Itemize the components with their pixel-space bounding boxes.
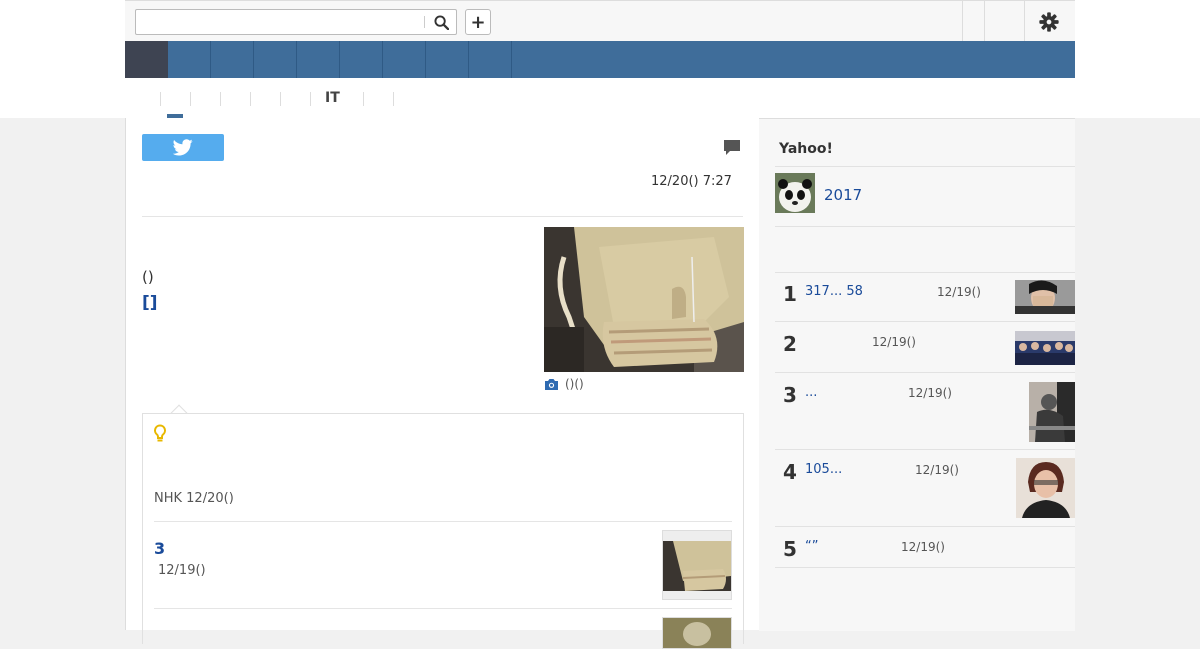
feature-thumbnail[interactable] xyxy=(775,173,815,213)
related-article-thumbnail[interactable] xyxy=(662,617,732,649)
search-input[interactable] xyxy=(138,11,424,33)
category-nav xyxy=(125,41,1075,78)
header-divider xyxy=(962,1,963,42)
subnav-divider xyxy=(310,92,311,106)
related-article-title[interactable]: 3 xyxy=(154,539,165,558)
ranking-date: 12/19() xyxy=(915,463,959,477)
speech-bubble-icon[interactable] xyxy=(723,139,741,156)
ranking-number: 5 xyxy=(783,537,797,561)
article-date: 12/20() 7:27 xyxy=(651,174,732,189)
ranking-thumbnail[interactable] xyxy=(1015,280,1075,314)
divider xyxy=(775,166,1075,167)
tweet-button[interactable] xyxy=(142,134,224,161)
related-article-date: 12/19() xyxy=(158,563,206,578)
tunnel-machinery-thumb xyxy=(663,531,731,599)
nav-tab[interactable] xyxy=(469,41,512,78)
top-bar: + IT xyxy=(0,0,1200,118)
subnav-divider xyxy=(363,92,364,106)
ranking-number: 1 xyxy=(783,282,797,306)
ranking-item[interactable]: 3 ... 12/19() xyxy=(775,373,1075,450)
nav-tab[interactable] xyxy=(297,41,340,78)
photo-thumb xyxy=(663,618,731,648)
divider xyxy=(775,567,1075,568)
ranking-item[interactable]: 5 “” 12/19() xyxy=(775,527,1075,568)
nav-tab[interactable] xyxy=(168,41,211,78)
nav-home-tab[interactable] xyxy=(125,41,168,78)
header-divider xyxy=(984,1,985,42)
person-bowing-photo xyxy=(1029,382,1075,442)
ranking-date: 12/19() xyxy=(937,285,981,299)
subnav-divider xyxy=(220,92,221,106)
news-source: NHK 12/20() xyxy=(154,491,234,506)
plus-icon: + xyxy=(470,11,486,33)
ranking-item[interactable]: 4 105... 12/19() xyxy=(775,450,1075,527)
subnav-divider xyxy=(160,92,161,106)
ranking-number: 3 xyxy=(783,383,797,407)
ranking-title[interactable]: 317... 58 xyxy=(805,284,863,299)
sub-category-nav: IT xyxy=(125,78,1075,118)
nav-tab[interactable] xyxy=(340,41,383,78)
ranking-item[interactable]: 1 317... 58 12/19() xyxy=(775,272,1075,322)
search-icon xyxy=(433,14,449,30)
ranking-thumbnail[interactable] xyxy=(1015,331,1075,365)
related-article-thumbnail[interactable] xyxy=(662,530,732,600)
ranking-number: 4 xyxy=(783,460,797,484)
ranking-thumbnail[interactable] xyxy=(1016,458,1075,518)
photo-caption-text: ()() xyxy=(565,377,584,391)
camera-icon xyxy=(545,379,558,390)
tunnel-machinery-photo xyxy=(544,227,744,372)
nav-tab[interactable] xyxy=(211,41,254,78)
article-column: 12/20() 7:27 () [] ()() NHK 12/20() 3 12… xyxy=(125,118,760,649)
ranking-title[interactable]: “” xyxy=(805,539,818,554)
crowd-photo xyxy=(1015,331,1075,365)
header-divider xyxy=(1024,1,1025,42)
divider xyxy=(154,608,732,609)
woman-portrait-photo xyxy=(1016,458,1075,518)
nav-tab[interactable] xyxy=(426,41,469,78)
nav-tab[interactable] xyxy=(254,41,297,78)
divider xyxy=(142,216,743,217)
ranking-title[interactable]: ... xyxy=(805,385,817,400)
subnav-divider xyxy=(190,92,191,106)
add-button[interactable]: + xyxy=(465,9,491,35)
search-box xyxy=(135,9,457,35)
article-text: () xyxy=(142,268,154,286)
twitter-icon xyxy=(173,139,193,156)
person-photo xyxy=(1015,280,1075,314)
divider xyxy=(154,521,732,522)
ranking-title[interactable]: 105... xyxy=(805,462,842,477)
panda-photo xyxy=(775,173,815,213)
photo-caption[interactable]: ()() xyxy=(544,377,584,391)
ranking-date: 12/19() xyxy=(901,540,945,554)
search-divider xyxy=(424,16,425,28)
ranking-number: 2 xyxy=(783,332,797,356)
subnav-divider xyxy=(280,92,281,106)
subnav-divider xyxy=(393,92,394,106)
ranking-date: 12/19() xyxy=(908,386,952,400)
gear-icon[interactable] xyxy=(1038,11,1060,33)
sidebar-title: Yahoo! xyxy=(779,141,833,157)
lightbulb-icon xyxy=(154,424,166,442)
nav-tab[interactable] xyxy=(383,41,426,78)
search-button[interactable] xyxy=(426,10,456,34)
header: + xyxy=(125,0,1075,42)
summary-box: NHK 12/20() 3 12/19() xyxy=(142,413,744,649)
feature-link[interactable]: 2017 xyxy=(824,186,862,204)
article-link[interactable]: [] xyxy=(142,293,158,313)
subnav-item-it[interactable]: IT xyxy=(325,90,340,106)
ranking-date: 12/19() xyxy=(872,335,916,349)
ranking-item[interactable]: 2 12/19() xyxy=(775,322,1075,373)
subnav-divider xyxy=(250,92,251,106)
article-photo[interactable] xyxy=(544,227,744,372)
ranking-thumbnail[interactable] xyxy=(1029,382,1075,442)
sidebar: Yahoo! 2017 1 317... 58 12/19() 2 12/19(… xyxy=(759,118,1075,631)
divider xyxy=(775,226,1075,227)
